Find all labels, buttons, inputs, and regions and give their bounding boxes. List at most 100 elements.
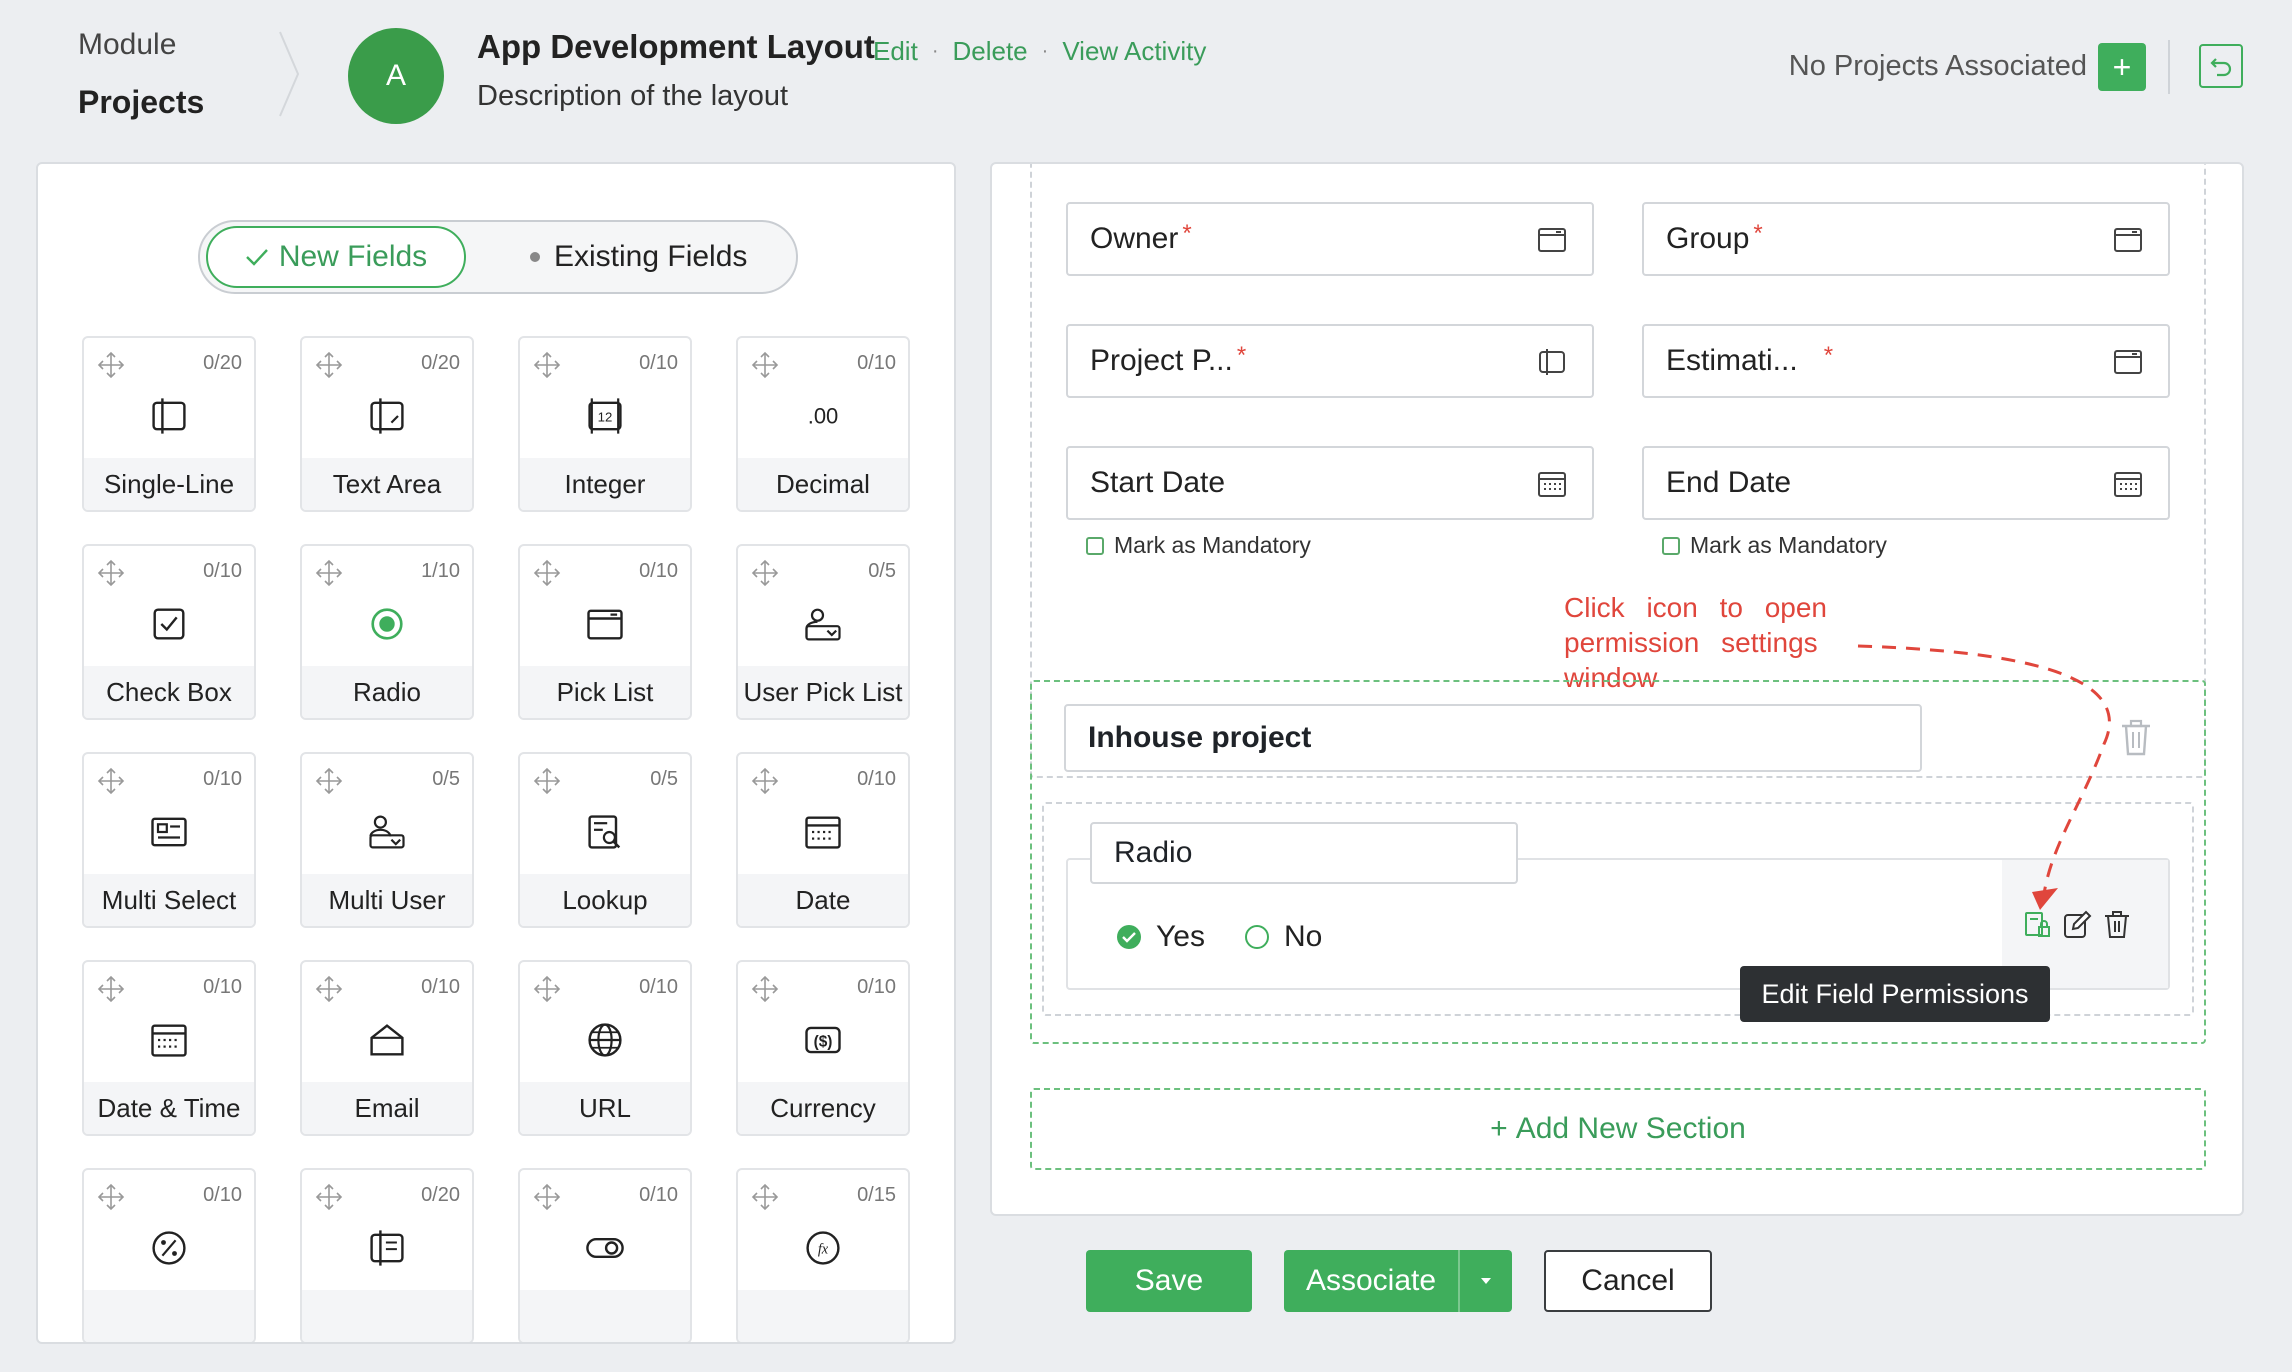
drag-handle-icon[interactable] bbox=[96, 766, 126, 796]
field-type-tile[interactable]: 0/10 bbox=[518, 1168, 692, 1342]
field-type-tile[interactable]: 0/10 12 Integer bbox=[518, 336, 692, 512]
radio-icon bbox=[302, 596, 472, 652]
drag-handle-icon[interactable] bbox=[314, 350, 344, 380]
check-icon bbox=[245, 249, 268, 266]
edit-icon[interactable] bbox=[2062, 910, 2092, 940]
drag-handle-icon[interactable] bbox=[532, 350, 562, 380]
field-end-date[interactable]: End Date bbox=[1642, 446, 2170, 520]
field-type-tile[interactable]: 0/10 ($) Currency bbox=[736, 960, 910, 1136]
field-owner[interactable]: Owner * bbox=[1066, 202, 1594, 276]
mark-mandatory-end[interactable]: Mark as Mandatory bbox=[1662, 532, 1887, 559]
field-type-tile[interactable]: 0/20 Single-Line bbox=[82, 336, 256, 512]
field-type-tile[interactable]: 0/20 bbox=[300, 1168, 474, 1342]
drag-handle-icon[interactable] bbox=[96, 1182, 126, 1212]
field-type-tile[interactable]: 0/10 Check Box bbox=[82, 544, 256, 720]
calendar-icon bbox=[2114, 472, 2142, 497]
drag-handle-icon[interactable] bbox=[750, 1182, 780, 1212]
drag-handle-icon[interactable] bbox=[96, 974, 126, 1004]
field-type-tile[interactable]: 0/10 Pick List bbox=[518, 544, 692, 720]
drag-handle-icon[interactable] bbox=[532, 558, 562, 588]
required-marker: * bbox=[1236, 342, 1247, 369]
field-count: 0/10 bbox=[639, 976, 678, 998]
layout-description: Description of the layout bbox=[477, 80, 789, 112]
drag-handle-icon[interactable] bbox=[750, 766, 780, 796]
pick-list-icon bbox=[520, 596, 690, 652]
field-count: 0/10 bbox=[203, 560, 242, 582]
field-type-label: Text Area bbox=[302, 458, 472, 510]
field-count: 0/10 bbox=[203, 976, 242, 998]
cancel-button[interactable]: Cancel bbox=[1544, 1250, 1712, 1312]
radio-option-yes[interactable]: Yes bbox=[1116, 920, 1205, 954]
field-type-tile[interactable]: 0/15 fx bbox=[736, 1168, 910, 1342]
radio-field-label[interactable]: Radio bbox=[1090, 822, 1518, 884]
add-project-button[interactable]: + bbox=[2098, 43, 2146, 91]
drag-handle-icon[interactable] bbox=[96, 350, 126, 380]
drag-handle-icon[interactable] bbox=[750, 974, 780, 1004]
drag-handle-icon[interactable] bbox=[314, 558, 344, 588]
breadcrumb-module[interactable]: Module bbox=[78, 28, 176, 61]
drag-handle-icon[interactable] bbox=[96, 558, 126, 588]
field-type-tile[interactable]: 0/5 Lookup bbox=[518, 752, 692, 928]
drag-handle-icon[interactable] bbox=[314, 766, 344, 796]
field-type-tile[interactable]: 0/10 Date bbox=[736, 752, 910, 928]
trash-icon[interactable] bbox=[2118, 718, 2154, 758]
section-name-input[interactable]: Inhouse project bbox=[1064, 704, 1922, 772]
field-type-label bbox=[520, 1290, 690, 1342]
field-type-label: User Pick List bbox=[738, 666, 908, 718]
drag-handle-icon[interactable] bbox=[750, 350, 780, 380]
field-group[interactable]: Group * bbox=[1642, 202, 2170, 276]
plus-icon: + bbox=[1490, 1112, 1508, 1145]
mark-mandatory-start[interactable]: Mark as Mandatory bbox=[1086, 532, 1311, 559]
associate-dropdown[interactable] bbox=[1458, 1250, 1512, 1312]
delete-link[interactable]: Delete bbox=[952, 36, 1027, 67]
field-start-date[interactable]: Start Date bbox=[1066, 446, 1594, 520]
field-type-tile[interactable]: 0/5 Multi User bbox=[300, 752, 474, 928]
field-permissions-icon[interactable] bbox=[2022, 910, 2052, 940]
field-count: 0/10 bbox=[203, 1184, 242, 1206]
new-fields-tab[interactable]: New Fields bbox=[206, 226, 466, 288]
field-label: Group bbox=[1666, 222, 1750, 255]
drag-handle-icon[interactable] bbox=[532, 766, 562, 796]
field-type-tile[interactable]: 0/5 User Pick List bbox=[736, 544, 910, 720]
drag-handle-icon[interactable] bbox=[532, 1182, 562, 1212]
breadcrumb-current: Projects bbox=[78, 84, 205, 120]
existing-fields-label: Existing Fields bbox=[554, 240, 748, 273]
field-count: 0/10 bbox=[639, 560, 678, 582]
existing-fields-tab[interactable]: Existing Fields bbox=[530, 226, 747, 288]
save-button[interactable]: Save bbox=[1086, 1250, 1252, 1312]
required-marker: * bbox=[1182, 220, 1192, 247]
drag-handle-icon[interactable] bbox=[314, 974, 344, 1004]
drag-handle-icon[interactable] bbox=[314, 1182, 344, 1212]
field-estimation[interactable]: Estimati... * bbox=[1642, 324, 2170, 398]
field-type-tile[interactable]: 0/10 Email bbox=[300, 960, 474, 1136]
edit-link[interactable]: Edit bbox=[873, 36, 918, 67]
option-label: No bbox=[1284, 920, 1323, 953]
field-label: Owner bbox=[1090, 222, 1179, 255]
radio-option-no[interactable]: No bbox=[1244, 920, 1322, 954]
field-type-tile[interactable]: 0/10 URL bbox=[518, 960, 692, 1136]
field-type-label: Date bbox=[738, 874, 908, 926]
field-project-p[interactable]: Project P... * bbox=[1066, 324, 1594, 398]
associate-button[interactable]: Associate bbox=[1284, 1250, 1512, 1312]
field-type-label: Multi Select bbox=[84, 874, 254, 926]
mandatory-checkbox[interactable] bbox=[1086, 536, 1104, 555]
bullet-icon bbox=[530, 252, 540, 262]
field-type-tile[interactable]: 0/10 .00 Decimal bbox=[736, 336, 910, 512]
trash-icon[interactable] bbox=[2102, 910, 2132, 940]
view-activity-link[interactable]: View Activity bbox=[1062, 36, 1206, 67]
field-type-tile[interactable]: 0/10 Date & Time bbox=[82, 960, 256, 1136]
drag-handle-icon[interactable] bbox=[532, 974, 562, 1004]
field-type-toggle: New Fields Existing Fields bbox=[198, 220, 798, 294]
field-type-label bbox=[738, 1290, 908, 1342]
field-type-tile[interactable]: 0/10 Multi Select bbox=[82, 752, 256, 928]
field-type-tile[interactable]: 0/10 bbox=[82, 1168, 256, 1342]
mandatory-checkbox[interactable] bbox=[1662, 536, 1680, 555]
field-type-tile[interactable]: 1/10 Radio bbox=[300, 544, 474, 720]
svg-text:fx: fx bbox=[818, 1242, 829, 1258]
field-type-tile[interactable]: 0/20 Text Area bbox=[300, 336, 474, 512]
field-count: 0/5 bbox=[432, 768, 460, 790]
back-button[interactable] bbox=[2199, 44, 2243, 88]
add-new-section-button[interactable]: + Add New Section bbox=[1030, 1088, 2206, 1170]
drag-handle-icon[interactable] bbox=[750, 558, 780, 588]
avatar: A bbox=[348, 28, 444, 124]
